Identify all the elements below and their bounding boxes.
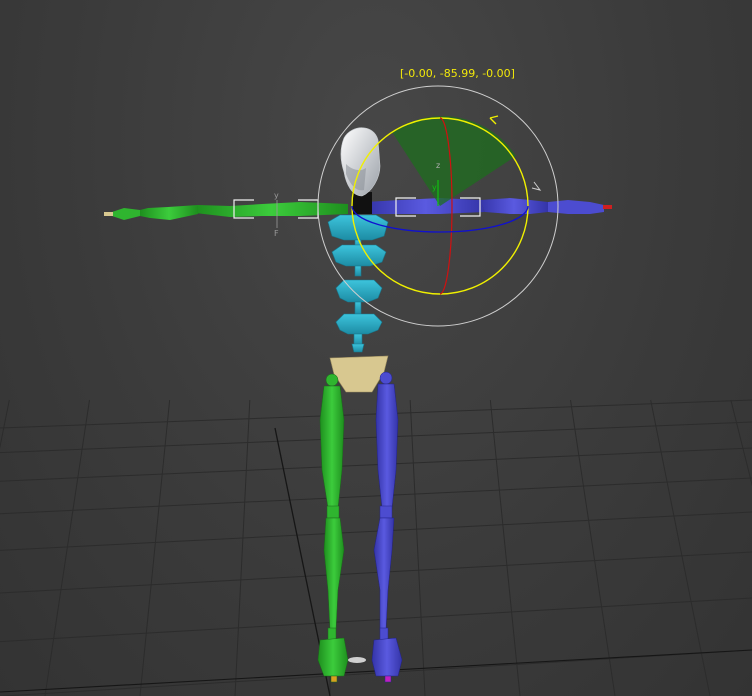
right-hip (379, 371, 393, 385)
spine-link-2 (354, 265, 362, 277)
grid-line (650, 399, 711, 696)
left-arm[interactable] (104, 202, 348, 220)
grid-line (0, 399, 10, 450)
right-arm[interactable] (366, 198, 612, 214)
right-leg[interactable] (371, 371, 403, 683)
grid-line (489, 399, 521, 696)
head[interactable] (340, 127, 381, 197)
left-foot[interactable] (317, 637, 349, 677)
grid-line (0, 597, 752, 643)
screen-ring-arrow-icon (531, 181, 542, 191)
grid-line (139, 399, 171, 696)
right-ankle (379, 627, 389, 641)
left-knee (326, 505, 340, 519)
gizmo-axis-label-y: y (432, 183, 437, 192)
grid-line (0, 447, 752, 482)
spine[interactable] (327, 214, 389, 353)
grid-line (0, 421, 752, 454)
left-finger (104, 212, 113, 216)
right-toe (384, 675, 392, 683)
left-upper-arm[interactable] (195, 202, 348, 217)
left-ankle (327, 627, 337, 641)
grid-line (409, 399, 426, 696)
arm-axis-label-f: F (274, 229, 279, 238)
rotation-coordinate-readout: [-0.00, -85.99, -0.00] (400, 67, 515, 80)
spine-base (351, 343, 365, 353)
gizmo-axis-label-z: z (436, 161, 440, 170)
arm-axis-label-y: y (274, 191, 279, 200)
left-toe (330, 675, 338, 683)
right-hand[interactable] (548, 200, 604, 214)
left-leg[interactable] (317, 373, 349, 683)
spine-segment-2[interactable] (335, 279, 383, 303)
rotation-direction-arrow-icon (489, 115, 499, 125)
spine-segment-1[interactable] (331, 244, 387, 267)
spine-segment-3[interactable] (335, 313, 383, 335)
grid-line (0, 477, 752, 515)
right-upper-arm[interactable] (366, 198, 485, 214)
spine-link-3 (354, 301, 362, 315)
grid-line (570, 399, 616, 696)
right-thigh[interactable] (375, 383, 399, 509)
right-foot[interactable] (371, 637, 403, 677)
left-thigh[interactable] (319, 385, 345, 509)
right-forearm[interactable] (480, 198, 548, 214)
3d-viewport[interactable]: y F y z (0, 0, 752, 696)
right-finger (603, 205, 612, 209)
left-hand[interactable] (112, 208, 140, 220)
left-hip (325, 373, 339, 387)
biped-skeleton[interactable] (104, 127, 612, 683)
right-knee (379, 505, 393, 519)
grid-line (234, 399, 251, 696)
ground-marker (348, 657, 366, 663)
right-calf[interactable] (373, 517, 395, 631)
rotation-sweep-sector (392, 116, 516, 206)
left-forearm[interactable] (140, 205, 198, 220)
